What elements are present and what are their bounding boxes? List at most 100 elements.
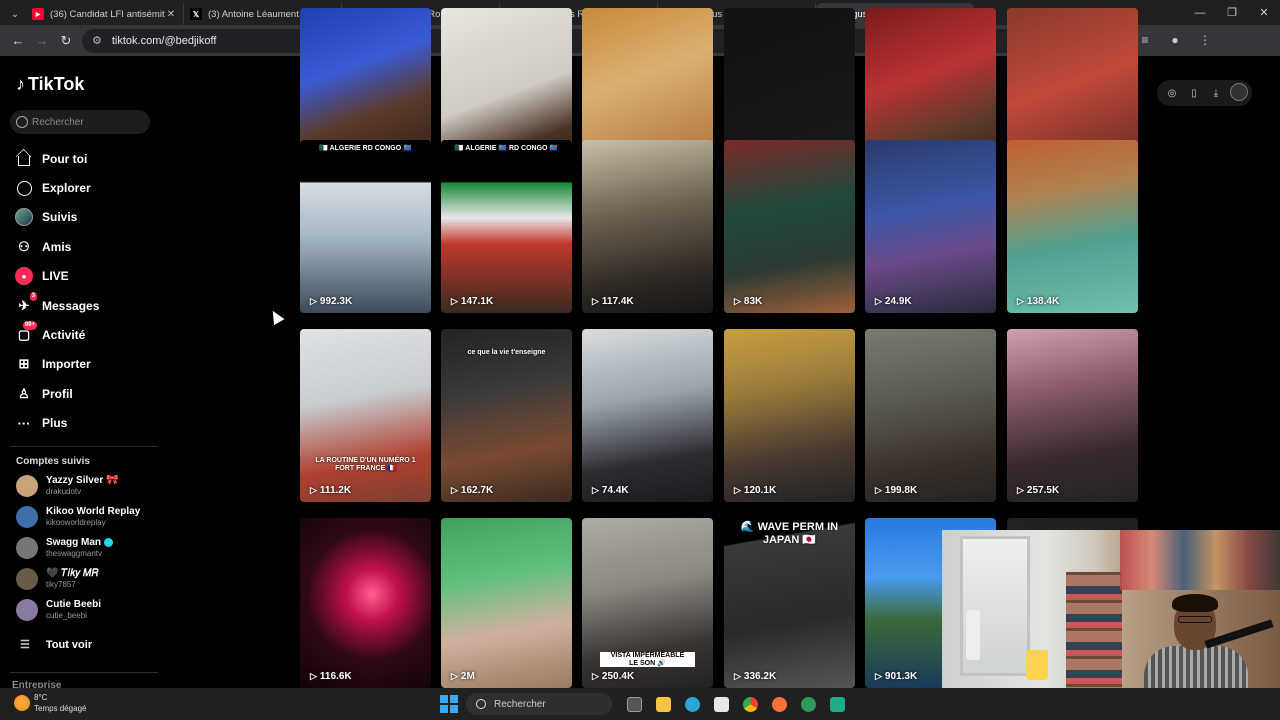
site-info-icon[interactable]: ⚙ bbox=[92, 34, 102, 47]
video-thumbnail[interactable]: 257.5K bbox=[1007, 329, 1138, 502]
nav-item[interactable]: Pour toi bbox=[14, 144, 164, 173]
download-icon[interactable]: ⤓ bbox=[1205, 83, 1227, 103]
nav-item[interactable]: ▢ 99+ Activité bbox=[14, 320, 164, 349]
user-avatar[interactable] bbox=[1230, 83, 1248, 101]
video-thumbnail[interactable]: 116.6K bbox=[300, 518, 431, 688]
followed-account[interactable]: Swagg Man theswaggmantv bbox=[16, 534, 161, 562]
video-thumbnail[interactable]: 74.4K bbox=[582, 329, 713, 502]
nav-item[interactable]: ● LIVE bbox=[14, 262, 164, 291]
nav-item[interactable]: Explorer bbox=[14, 173, 164, 202]
chrome-icon[interactable] bbox=[736, 693, 765, 715]
nav-item[interactable]: Suivis bbox=[14, 203, 164, 232]
video-thumbnail[interactable]: VISTA IMPERMÉABLE LE SON 🔊 250.4K bbox=[582, 518, 713, 688]
verified-icon bbox=[104, 537, 114, 547]
nav-label: Messages bbox=[42, 298, 100, 313]
account-name-text: Cutie Beebi bbox=[46, 599, 102, 610]
view-count: 162.7K bbox=[451, 485, 493, 496]
close-window-icon[interactable]: ✕ bbox=[1248, 0, 1280, 25]
store-icon[interactable] bbox=[707, 693, 736, 715]
forward-button[interactable]: → bbox=[30, 29, 54, 53]
video-thumbnail[interactable]: ce que la vie t'enseigne 162.7K bbox=[441, 329, 572, 502]
video-thumbnail[interactable]: 🇩🇿 ALGERIE 🇨🇩 RD CONGO 🇨🇩 147.1K bbox=[441, 140, 572, 313]
device-icon[interactable]: ▯ bbox=[1183, 83, 1205, 103]
video-thumbnail[interactable]: 117.4K bbox=[582, 140, 713, 313]
nav-item[interactable]: ♙ Profil bbox=[14, 379, 164, 408]
nav-label: LIVE bbox=[42, 269, 69, 284]
account-handle: tiky7857 bbox=[46, 580, 76, 589]
app-icon-green[interactable] bbox=[794, 693, 823, 715]
tiktok-note-icon: ♪ bbox=[16, 74, 25, 94]
followed-account[interactable]: 🖤 𝑇𝑖𝑘𝑦 𝑀𝑅 tiky7857 bbox=[16, 565, 161, 593]
video-caption: 🌊 WAVE PERM IN JAPAN 🇯🇵 bbox=[740, 521, 839, 546]
sidebar: ♪ TikTok Rechercher Pour toi Explorer Suiv… bbox=[0, 56, 165, 691]
x-icon: 𝕏 bbox=[190, 8, 202, 20]
bookshelf bbox=[1066, 572, 1122, 690]
account-name: 🖤 𝑇𝑖𝑘𝑦 𝑀𝑅 bbox=[46, 568, 99, 580]
video-thumbnail[interactable]: 24.9K bbox=[865, 140, 996, 313]
search-icon bbox=[16, 116, 28, 128]
bottle bbox=[966, 610, 980, 660]
nav-item[interactable]: ✈ 3 Messages bbox=[14, 291, 164, 320]
view-count: 24.9K bbox=[875, 296, 912, 307]
account-name: Kikoo World Replay bbox=[46, 506, 140, 518]
taskbar-search[interactable]: Rechercher bbox=[466, 693, 612, 715]
firefox-icon[interactable] bbox=[765, 693, 794, 715]
back-button[interactable]: ← bbox=[6, 29, 30, 53]
taskbar: 8°C Temps dégagé Rechercher bbox=[0, 688, 1280, 720]
search-input[interactable]: Rechercher bbox=[10, 110, 150, 134]
followed-account[interactable]: Kikoo World Replay kikooworldreplay bbox=[16, 503, 161, 531]
video-thumbnail[interactable]: 🇩🇿 ALGERIE RD CONGO 🇨🇩 992.3K bbox=[300, 140, 431, 313]
browser-menu-icon[interactable]: ⋮ bbox=[1190, 33, 1220, 48]
avatar-icon bbox=[14, 207, 34, 227]
coins-icon[interactable]: ◎ bbox=[1161, 83, 1183, 103]
video-thumbnail[interactable]: 120.1K bbox=[724, 329, 855, 502]
nav-label: Importer bbox=[42, 357, 91, 372]
see-all-link[interactable]: ☰ Tout voir bbox=[20, 638, 92, 652]
video-thumbnail[interactable]: 138.4K bbox=[1007, 140, 1138, 313]
nav-label: Pour toi bbox=[42, 151, 88, 166]
view-count: 138.4K bbox=[1017, 296, 1059, 307]
browser-tab[interactable]: ▶ (36) Candidat LFI antisémite à P✕ bbox=[26, 3, 184, 25]
close-tab-icon[interactable]: ✕ bbox=[165, 9, 177, 20]
task-view-icon[interactable] bbox=[620, 693, 649, 715]
nav-item[interactable]: ⊞ Importer bbox=[14, 350, 164, 379]
video-thumbnail[interactable]: 🌊 WAVE PERM IN JAPAN 🇯🇵 336.2K bbox=[724, 518, 855, 688]
nav-label: Explorer bbox=[42, 181, 91, 196]
followed-account[interactable]: Cutie Beebi cutie_beebi bbox=[16, 596, 161, 624]
video-thumbnail[interactable]: 199.8K bbox=[865, 329, 996, 502]
nav-item[interactable]: ··· Plus bbox=[14, 409, 164, 438]
video-caption: LA ROUTINE D'UN NUMÉRO 1 FORT FRANCE 🇫🇷 bbox=[315, 457, 416, 472]
profile-icon[interactable]: ● bbox=[1160, 33, 1190, 48]
view-count: 120.1K bbox=[734, 485, 776, 496]
view-count: 74.4K bbox=[592, 485, 629, 496]
avatar bbox=[16, 506, 38, 528]
weather-widget[interactable]: 8°C Temps dégagé bbox=[14, 692, 86, 714]
video-caption: VISTA IMPERMÉABLE LE SON 🔊 bbox=[600, 652, 695, 667]
view-count: 116.6K bbox=[310, 671, 352, 682]
webcam-overlay bbox=[942, 530, 1280, 690]
account-name: Yazzy Silver 🎀 bbox=[46, 475, 119, 487]
app-icon-teal[interactable] bbox=[823, 693, 852, 715]
reload-button[interactable]: ↻ bbox=[54, 29, 78, 53]
maximize-icon[interactable]: ❐ bbox=[1216, 0, 1248, 25]
account-name-text: 🖤 𝑇𝑖𝑘𝑦 𝑀𝑅 bbox=[46, 568, 99, 579]
view-count: 992.3K bbox=[310, 296, 352, 307]
minimize-icon[interactable]: — bbox=[1184, 0, 1216, 25]
view-count: 147.1K bbox=[451, 296, 493, 307]
nav-label: Amis bbox=[42, 239, 72, 254]
video-thumbnail[interactable]: 83K bbox=[724, 140, 855, 313]
account-handle: kikooworldreplay bbox=[46, 518, 106, 527]
account-name: Swagg Man bbox=[46, 537, 114, 549]
divider bbox=[10, 672, 158, 673]
video-thumbnail[interactable]: LA ROUTINE D'UN NUMÉRO 1 FORT FRANCE 🇫🇷 1… bbox=[300, 329, 431, 502]
video-thumbnail[interactable]: 2M bbox=[441, 518, 572, 688]
main-nav: Pour toi Explorer Suivis ⚇ Amis ● LIVE ✈ 3 Messag… bbox=[14, 144, 164, 438]
edge-icon[interactable] bbox=[678, 693, 707, 715]
followed-account[interactable]: Yazzy Silver 🎀 drakudotv bbox=[16, 472, 161, 500]
tiktok-logo[interactable]: ♪ TikTok bbox=[16, 74, 84, 95]
tab-search-icon[interactable]: ⌄ bbox=[4, 3, 26, 25]
nav-item[interactable]: ⚇ Amis bbox=[14, 232, 164, 261]
start-windows-icon[interactable] bbox=[440, 695, 458, 713]
wall-posters bbox=[1120, 530, 1280, 590]
file-explorer-icon[interactable] bbox=[649, 693, 678, 715]
